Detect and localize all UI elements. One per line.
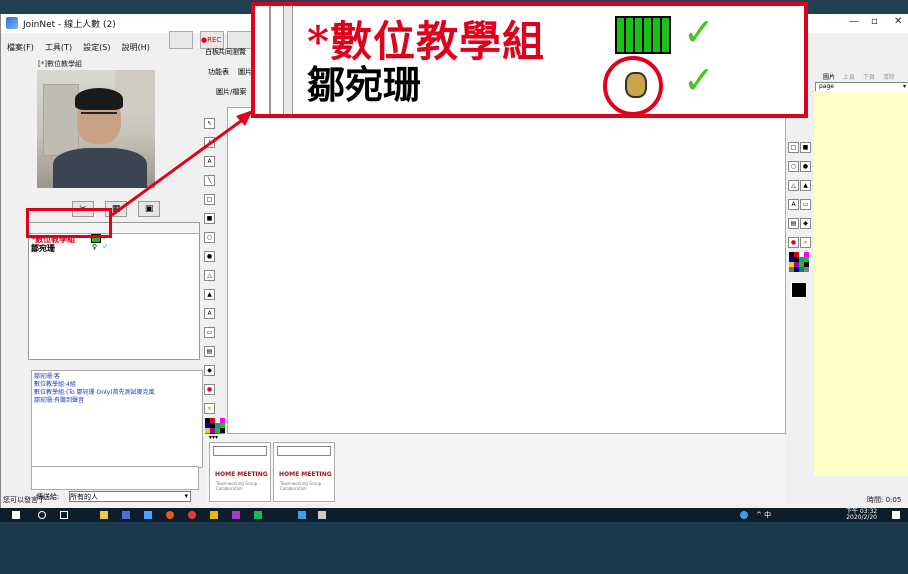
audio-level-bars-icon <box>615 16 671 54</box>
zoom-user-name-2: 鄒宛珊 <box>307 62 422 107</box>
zoom-callout: *數位教學組 鄒宛珊 ✓ ✓ <box>251 2 808 118</box>
mic-highlight-circle <box>603 56 663 114</box>
microphone-icon <box>625 72 647 98</box>
check-icon: ✓ <box>683 58 715 102</box>
check-icon: ✓ <box>683 10 715 54</box>
